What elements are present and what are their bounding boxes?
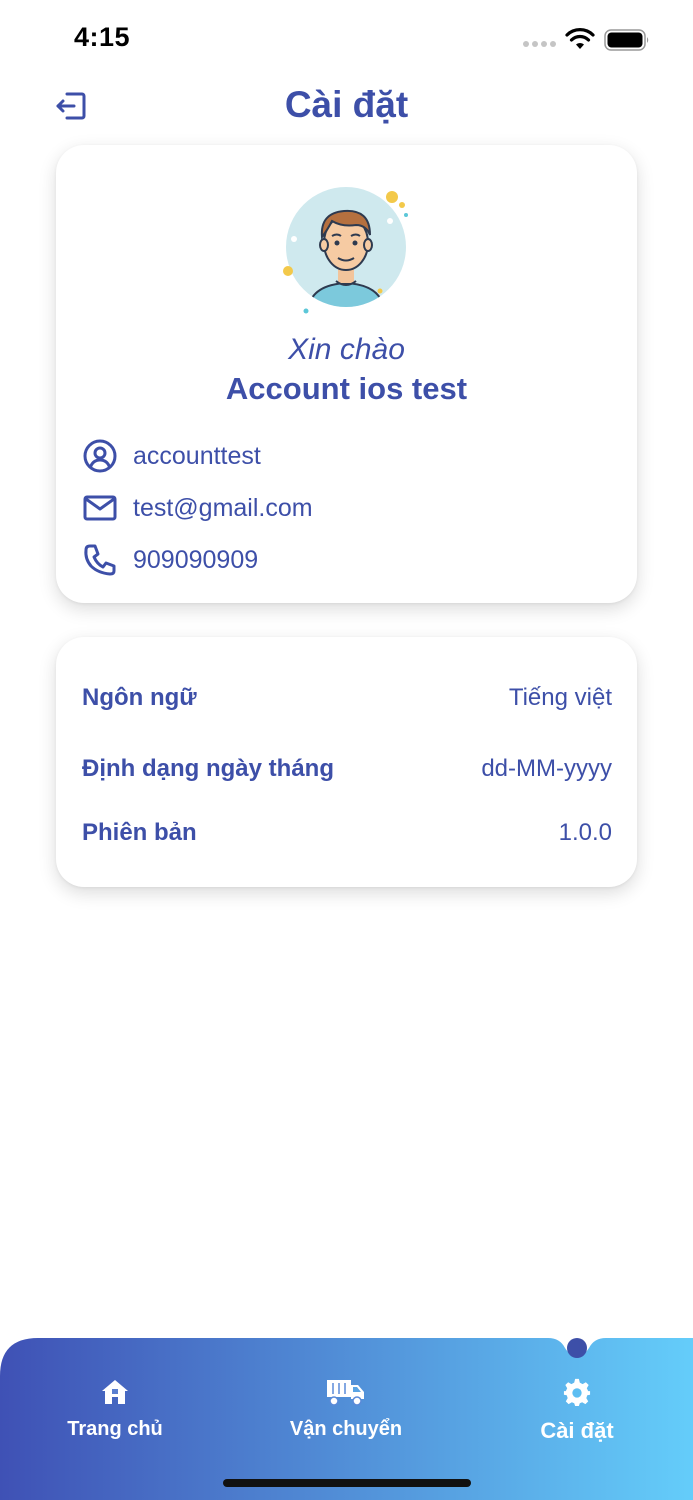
date-format-row[interactable]: Định dạng ngày tháng dd-MM-yyyy (82, 749, 612, 789)
language-value: Tiếng việt (508, 684, 612, 711)
greeting-text: Xin chào (288, 333, 405, 366)
version-row: Phiên bản 1.0.0 (82, 813, 612, 853)
phone-icon (82, 542, 118, 578)
nav-tab-shipping[interactable]: Vận chuyển (256, 1378, 436, 1441)
phone-row: 909090909 (82, 540, 258, 580)
user-circle-icon (82, 438, 118, 474)
home-icon (102, 1380, 128, 1404)
language-row[interactable]: Ngôn ngữ Tiếng việt (82, 678, 612, 718)
nav-tab-settings[interactable]: Cài đặt (487, 1378, 667, 1444)
settings-card: Ngôn ngữ Tiếng việt Định dạng ngày tháng… (56, 637, 637, 887)
email-row: test@gmail.com (82, 488, 313, 528)
nav-label-home: Trang chủ (67, 1418, 163, 1440)
active-tab-indicator (567, 1338, 587, 1358)
profile-card: Xin chào Account ios test accounttest te… (56, 145, 637, 603)
page-title: Cài đặt (284, 84, 409, 125)
account-name: Account ios test (225, 371, 468, 406)
nav-label-shipping: Vận chuyển (289, 1418, 403, 1440)
bottom-nav: Trang chủ Vận chuyển Cài đặt (0, 1338, 693, 1500)
phone-text: 909090909 (133, 545, 259, 574)
date-format-value: dd-MM-yyyy (481, 755, 612, 782)
status-bar: 4:15 (0, 0, 693, 80)
wifi-icon (565, 28, 595, 49)
truck-icon (327, 1380, 364, 1406)
battery-icon (604, 29, 649, 51)
header: Cài đặt (0, 80, 693, 136)
date-format-label: Định dạng ngày tháng (82, 755, 334, 782)
nav-label-settings: Cài đặt (540, 1418, 614, 1443)
version-label: Phiên bản (82, 819, 197, 846)
nav-tab-home[interactable]: Trang chủ (25, 1378, 205, 1441)
mail-icon (82, 490, 118, 526)
gear-icon (563, 1378, 591, 1406)
email-text: test@gmail.com (133, 493, 313, 522)
username-row: accounttest (82, 436, 261, 476)
home-indicator (223, 1479, 471, 1487)
cellular-signal-icon (523, 41, 556, 47)
language-label: Ngôn ngữ (82, 684, 197, 711)
username-text: accounttest (133, 441, 261, 470)
status-time: 4:15 (74, 22, 131, 52)
version-value: 1.0.0 (558, 819, 612, 846)
avatar (283, 187, 408, 314)
